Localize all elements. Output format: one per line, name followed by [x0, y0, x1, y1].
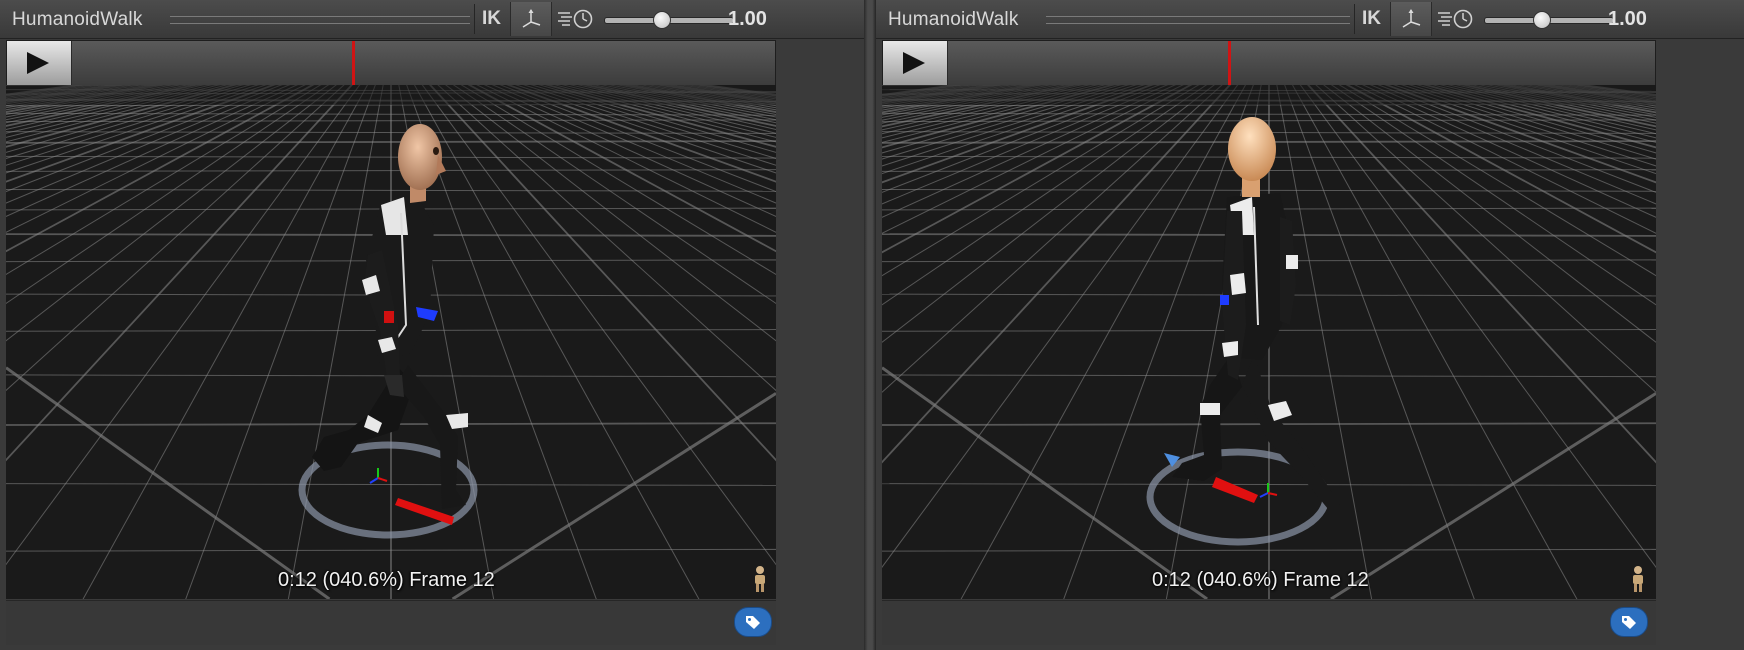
- direction-arrow: [1212, 477, 1258, 503]
- tag-icon: [746, 616, 760, 629]
- pivot-gizmo-icon: [1402, 9, 1421, 28]
- speed-icon: [558, 9, 593, 29]
- timeline-bar[interactable]: [6, 40, 776, 86]
- ik-toggle-button[interactable]: IK: [482, 8, 501, 30]
- preview-viewport[interactable]: 0:12 (040.6%) Frame 12: [6, 85, 776, 599]
- play-icon: [903, 52, 925, 74]
- axis-gizmo: [1259, 483, 1278, 498]
- speed-icon: [1438, 9, 1473, 29]
- preview-viewport[interactable]: 0:12 (040.6%) Frame 12: [882, 85, 1656, 599]
- preview-toolbar: HumanoidWalk IK 1.00: [0, 0, 864, 39]
- pivot-gizmo-button[interactable]: [1390, 2, 1432, 36]
- avatar-figure-icon[interactable]: [1628, 565, 1648, 593]
- animation-preview-window: HumanoidWalk IK 1.00 0:12 (040.6%) Frame…: [0, 0, 1744, 650]
- speed-slider-knob[interactable]: [1533, 11, 1551, 29]
- avatar-figure-icon[interactable]: [750, 565, 770, 593]
- playhead-marker[interactable]: [1228, 41, 1231, 85]
- panel-divider[interactable]: [864, 0, 876, 650]
- play-icon: [27, 52, 49, 74]
- preview-bottom-bar: [882, 600, 1656, 645]
- humanoid-character: [1146, 117, 1340, 546]
- clip-name-field-line: [170, 16, 470, 24]
- asset-label-button[interactable]: [1610, 607, 1648, 637]
- play-button[interactable]: [7, 41, 72, 85]
- playhead-marker[interactable]: [352, 41, 355, 85]
- preview-panel-right: HumanoidWalk IK 1.00 0:12 (040.6%) Frame…: [876, 0, 1744, 650]
- preview-toolbar: HumanoidWalk IK 1.00: [876, 0, 1744, 39]
- humanoid-character: [298, 124, 478, 539]
- asset-label-button[interactable]: [734, 607, 772, 637]
- axis-gizmo: [369, 468, 388, 484]
- pivot-gizmo-button[interactable]: [510, 2, 552, 36]
- clip-name-field-line: [1046, 16, 1350, 24]
- toolbar-separator: [474, 4, 475, 34]
- speed-value: 1.00: [728, 8, 767, 30]
- ik-toggle-button[interactable]: IK: [1362, 8, 1381, 30]
- speed-slider-knob[interactable]: [653, 11, 671, 29]
- frame-info-label: 0:12 (040.6%) Frame 12: [278, 569, 495, 591]
- speed-slider[interactable]: [604, 11, 734, 29]
- speed-slider[interactable]: [1484, 11, 1614, 29]
- toolbar-separator: [1354, 4, 1355, 34]
- pivot-gizmo-icon: [522, 9, 541, 28]
- tag-icon: [1622, 616, 1636, 629]
- clip-name: HumanoidWalk: [888, 9, 1019, 30]
- frame-info-label: 0:12 (040.6%) Frame 12: [1152, 569, 1369, 591]
- preview-bottom-bar: [6, 600, 776, 645]
- preview-panel-left: HumanoidWalk IK 1.00 0:12 (040.6%) Frame…: [0, 0, 865, 650]
- clip-name: HumanoidWalk: [12, 9, 143, 30]
- play-button[interactable]: [883, 41, 948, 85]
- timeline-bar[interactable]: [882, 40, 1656, 86]
- speed-value: 1.00: [1608, 8, 1647, 30]
